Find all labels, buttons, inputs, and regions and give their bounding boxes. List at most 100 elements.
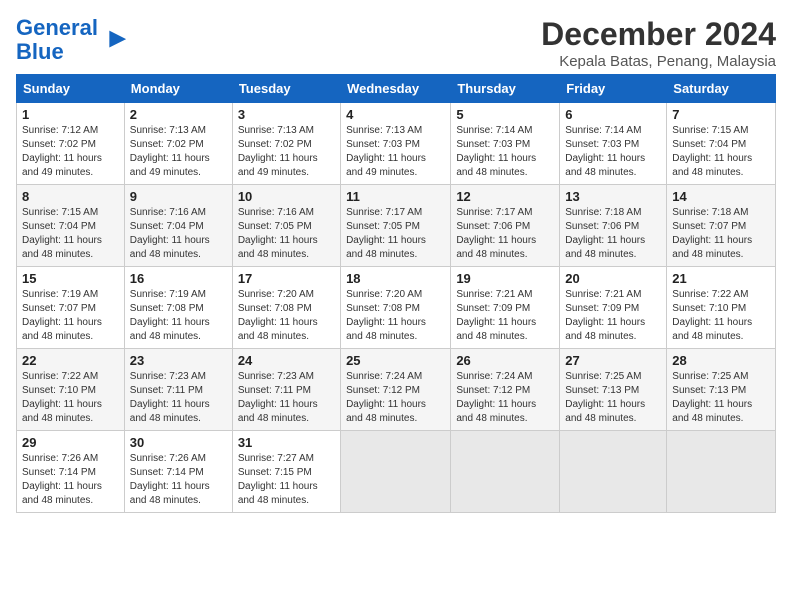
day-info: Sunrise: 7:18 AMSunset: 7:06 PMDaylight:… — [565, 206, 661, 262]
week-row-1: 1 Sunrise: 7:12 AMSunset: 7:02 PMDaylight… — [17, 103, 776, 185]
day-info: Sunrise: 7:14 AMSunset: 7:03 PMDaylight:… — [456, 124, 554, 180]
calendar-cell — [451, 431, 560, 513]
day-number: 10 — [238, 189, 335, 204]
day-info: Sunrise: 7:14 AMSunset: 7:03 PMDaylight:… — [565, 124, 661, 180]
calendar-cell: 28Sunrise: 7:25 AMSunset: 7:13 PMDayligh… — [667, 349, 776, 431]
calendar-cell: 14Sunrise: 7:18 AMSunset: 7:07 PMDayligh… — [667, 185, 776, 267]
logo-icon — [100, 26, 128, 54]
calendar-cell: 10 Sunrise: 7:16 AMSunset: 7:05 PMDayligh… — [232, 185, 340, 267]
day-number: 15 — [22, 271, 119, 286]
day-info: Sunrise: 7:21 AMSunset: 7:09 PMDaylight:… — [565, 288, 661, 344]
weekday-header-friday: Friday — [560, 75, 667, 103]
calendar-cell: 15 Sunrise: 7:19 AMSunset: 7:07 PMDayligh… — [17, 267, 125, 349]
calendar-cell: 2 Sunrise: 7:13 AMSunset: 7:02 PMDaylight… — [124, 103, 232, 185]
day-info: Sunrise: 7:19 AMSunset: 7:07 PMDaylight:… — [22, 288, 119, 344]
day-info: Sunrise: 7:23 AMSunset: 7:11 PMDaylight:… — [238, 370, 335, 426]
day-info: Sunrise: 7:16 AMSunset: 7:04 PMDaylight:… — [130, 206, 227, 262]
day-info: Sunrise: 7:21 AMSunset: 7:09 PMDaylight:… — [456, 288, 554, 344]
day-number: 19 — [456, 271, 554, 286]
day-number: 3 — [238, 107, 335, 122]
logo-line1: General — [16, 15, 98, 40]
day-info: Sunrise: 7:22 AMSunset: 7:10 PMDaylight:… — [22, 370, 119, 426]
calendar-cell: 1 Sunrise: 7:12 AMSunset: 7:02 PMDaylight… — [17, 103, 125, 185]
day-number: 16 — [130, 271, 227, 286]
logo-line2: Blue — [16, 39, 64, 64]
calendar-cell: 17Sunrise: 7:20 AMSunset: 7:08 PMDayligh… — [232, 267, 340, 349]
day-number: 8 — [22, 189, 119, 204]
calendar-cell: 18 Sunrise: 7:20 AMSunset: 7:08 PMDayligh… — [341, 267, 451, 349]
month-title: December 2024 — [541, 16, 776, 53]
calendar-cell: 3 Sunrise: 7:13 AMSunset: 7:02 PMDaylight… — [232, 103, 340, 185]
day-number: 12 — [456, 189, 554, 204]
day-info: Sunrise: 7:12 AMSunset: 7:02 PMDaylight:… — [22, 124, 119, 180]
calendar-cell: 16Sunrise: 7:19 AMSunset: 7:08 PMDayligh… — [124, 267, 232, 349]
day-number: 24 — [238, 353, 335, 368]
day-number: 6 — [565, 107, 661, 122]
day-number: 2 — [130, 107, 227, 122]
logo-text: General Blue — [16, 16, 98, 64]
calendar-cell: 23Sunrise: 7:23 AMSunset: 7:11 PMDayligh… — [124, 349, 232, 431]
weekday-header-monday: Monday — [124, 75, 232, 103]
day-info: Sunrise: 7:13 AMSunset: 7:02 PMDaylight:… — [238, 124, 335, 180]
day-number: 30 — [130, 435, 227, 450]
location-title: Kepala Batas, Penang, Malaysia — [541, 53, 776, 70]
day-number: 5 — [456, 107, 554, 122]
day-info: Sunrise: 7:23 AMSunset: 7:11 PMDaylight:… — [130, 370, 227, 426]
day-info: Sunrise: 7:16 AMSunset: 7:05 PMDaylight:… — [238, 206, 335, 262]
day-info: Sunrise: 7:24 AMSunset: 7:12 PMDaylight:… — [456, 370, 554, 426]
calendar-cell: 6 Sunrise: 7:14 AMSunset: 7:03 PMDaylight… — [560, 103, 667, 185]
calendar-cell — [341, 431, 451, 513]
logo: General Blue — [16, 16, 128, 64]
weekday-header-wednesday: Wednesday — [341, 75, 451, 103]
weekday-header-row: SundayMondayTuesdayWednesdayThursdayFrid… — [17, 75, 776, 103]
calendar-cell: 7 Sunrise: 7:15 AMSunset: 7:04 PMDaylight… — [667, 103, 776, 185]
calendar-cell: 5 Sunrise: 7:14 AMSunset: 7:03 PMDaylight… — [451, 103, 560, 185]
calendar-cell: 4 Sunrise: 7:13 AMSunset: 7:03 PMDaylight… — [341, 103, 451, 185]
day-number: 1 — [22, 107, 119, 122]
week-row-4: 22 Sunrise: 7:22 AMSunset: 7:10 PMDayligh… — [17, 349, 776, 431]
calendar-cell: 24 Sunrise: 7:23 AMSunset: 7:11 PMDayligh… — [232, 349, 340, 431]
weekday-header-saturday: Saturday — [667, 75, 776, 103]
day-info: Sunrise: 7:20 AMSunset: 7:08 PMDaylight:… — [238, 288, 335, 344]
day-number: 25 — [346, 353, 445, 368]
day-info: Sunrise: 7:20 AMSunset: 7:08 PMDaylight:… — [346, 288, 445, 344]
day-info: Sunrise: 7:24 AMSunset: 7:12 PMDaylight:… — [346, 370, 445, 426]
day-info: Sunrise: 7:25 AMSunset: 7:13 PMDaylight:… — [565, 370, 661, 426]
day-info: Sunrise: 7:22 AMSunset: 7:10 PMDaylight:… — [672, 288, 770, 344]
day-number: 7 — [672, 107, 770, 122]
calendar-cell: 30Sunrise: 7:26 AMSunset: 7:14 PMDayligh… — [124, 431, 232, 513]
day-number: 9 — [130, 189, 227, 204]
calendar-cell: 25 Sunrise: 7:24 AMSunset: 7:12 PMDayligh… — [341, 349, 451, 431]
day-info: Sunrise: 7:26 AMSunset: 7:14 PMDaylight:… — [22, 452, 119, 508]
calendar-cell: 13 Sunrise: 7:18 AMSunset: 7:06 PMDayligh… — [560, 185, 667, 267]
calendar-cell: 21 Sunrise: 7:22 AMSunset: 7:10 PMDayligh… — [667, 267, 776, 349]
day-info: Sunrise: 7:15 AMSunset: 7:04 PMDaylight:… — [22, 206, 119, 262]
day-number: 4 — [346, 107, 445, 122]
calendar-cell: 12Sunrise: 7:17 AMSunset: 7:06 PMDayligh… — [451, 185, 560, 267]
day-number: 18 — [346, 271, 445, 286]
day-number: 21 — [672, 271, 770, 286]
calendar-cell: 8 Sunrise: 7:15 AMSunset: 7:04 PMDaylight… — [17, 185, 125, 267]
day-info: Sunrise: 7:27 AMSunset: 7:15 PMDaylight:… — [238, 452, 335, 508]
day-number: 13 — [565, 189, 661, 204]
day-info: Sunrise: 7:13 AMSunset: 7:03 PMDaylight:… — [346, 124, 445, 180]
day-number: 27 — [565, 353, 661, 368]
week-row-3: 15 Sunrise: 7:19 AMSunset: 7:07 PMDayligh… — [17, 267, 776, 349]
weekday-header-thursday: Thursday — [451, 75, 560, 103]
day-info: Sunrise: 7:15 AMSunset: 7:04 PMDaylight:… — [672, 124, 770, 180]
day-info: Sunrise: 7:13 AMSunset: 7:02 PMDaylight:… — [130, 124, 227, 180]
day-number: 29 — [22, 435, 119, 450]
week-row-5: 29 Sunrise: 7:26 AMSunset: 7:14 PMDayligh… — [17, 431, 776, 513]
day-number: 11 — [346, 189, 445, 204]
calendar-cell: 9 Sunrise: 7:16 AMSunset: 7:04 PMDaylight… — [124, 185, 232, 267]
day-info: Sunrise: 7:25 AMSunset: 7:13 PMDaylight:… — [672, 370, 770, 426]
calendar-cell — [667, 431, 776, 513]
day-number: 31 — [238, 435, 335, 450]
day-number: 22 — [22, 353, 119, 368]
day-info: Sunrise: 7:17 AMSunset: 7:05 PMDaylight:… — [346, 206, 445, 262]
day-number: 26 — [456, 353, 554, 368]
calendar-table: SundayMondayTuesdayWednesdayThursdayFrid… — [16, 74, 776, 513]
calendar-cell: 26 Sunrise: 7:24 AMSunset: 7:12 PMDayligh… — [451, 349, 560, 431]
weekday-header-tuesday: Tuesday — [232, 75, 340, 103]
calendar-cell: 11 Sunrise: 7:17 AMSunset: 7:05 PMDayligh… — [341, 185, 451, 267]
